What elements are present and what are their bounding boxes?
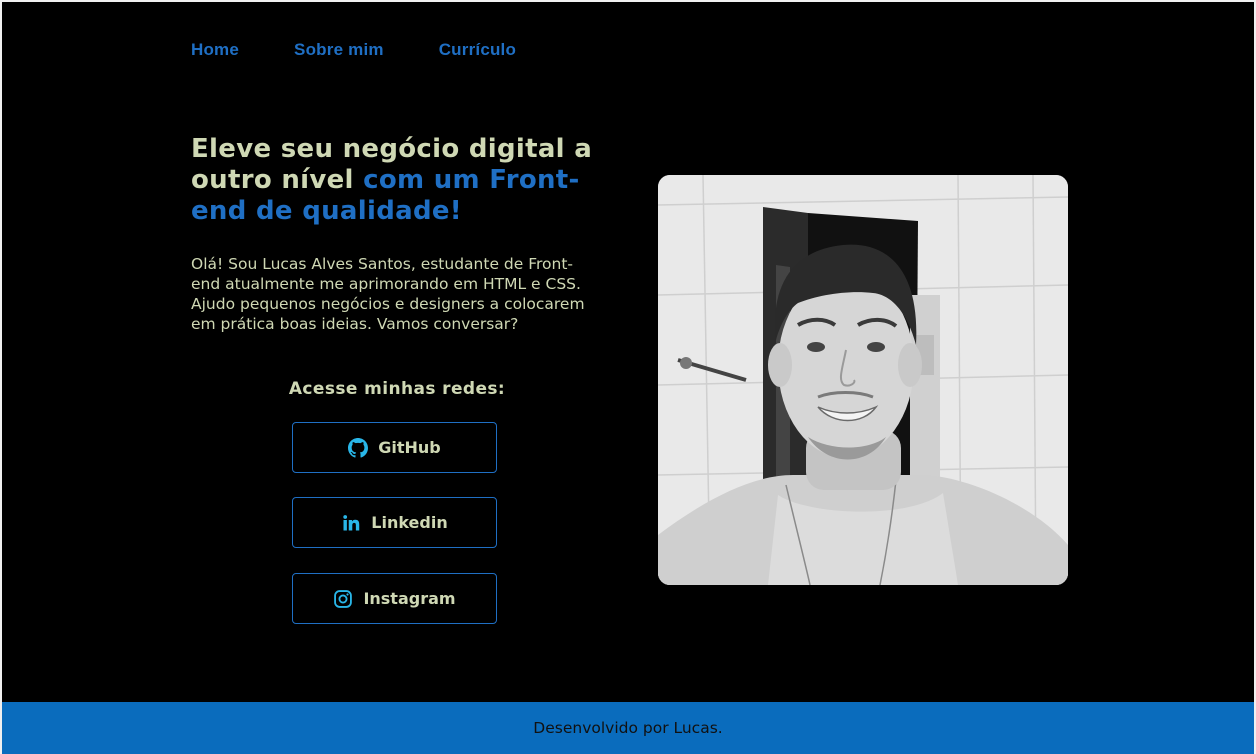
instagram-label: Instagram <box>363 589 456 608</box>
footer-text: Desenvolvido por Lucas. <box>533 719 723 737</box>
nav-about-link[interactable]: Sobre mim <box>294 40 384 60</box>
nav-resume-link[interactable]: Currículo <box>439 40 516 60</box>
page-footer: Desenvolvido por Lucas. <box>2 702 1254 754</box>
top-nav: Home Sobre mim Currículo <box>191 40 571 60</box>
page: Home Sobre mim Currículo Eleve seu negóc… <box>2 2 1254 754</box>
hero-intro: Olá! Sou Lucas Alves Santos, estudante d… <box>191 255 585 333</box>
profile-photo <box>658 175 1068 585</box>
linkedin-icon <box>341 513 361 533</box>
nav-home-link[interactable]: Home <box>191 40 239 60</box>
instagram-icon <box>333 589 353 609</box>
instagram-button[interactable]: Instagram <box>292 573 497 624</box>
social-title: Acesse minhas redes: <box>288 379 506 399</box>
hero-headline: Eleve seu negócio digital a outro nível … <box>191 134 611 227</box>
github-label: GitHub <box>378 438 441 457</box>
github-button[interactable]: GitHub <box>292 422 497 473</box>
linkedin-button[interactable]: Linkedin <box>292 497 497 548</box>
github-icon <box>348 437 369 458</box>
linkedin-label: Linkedin <box>371 513 448 532</box>
